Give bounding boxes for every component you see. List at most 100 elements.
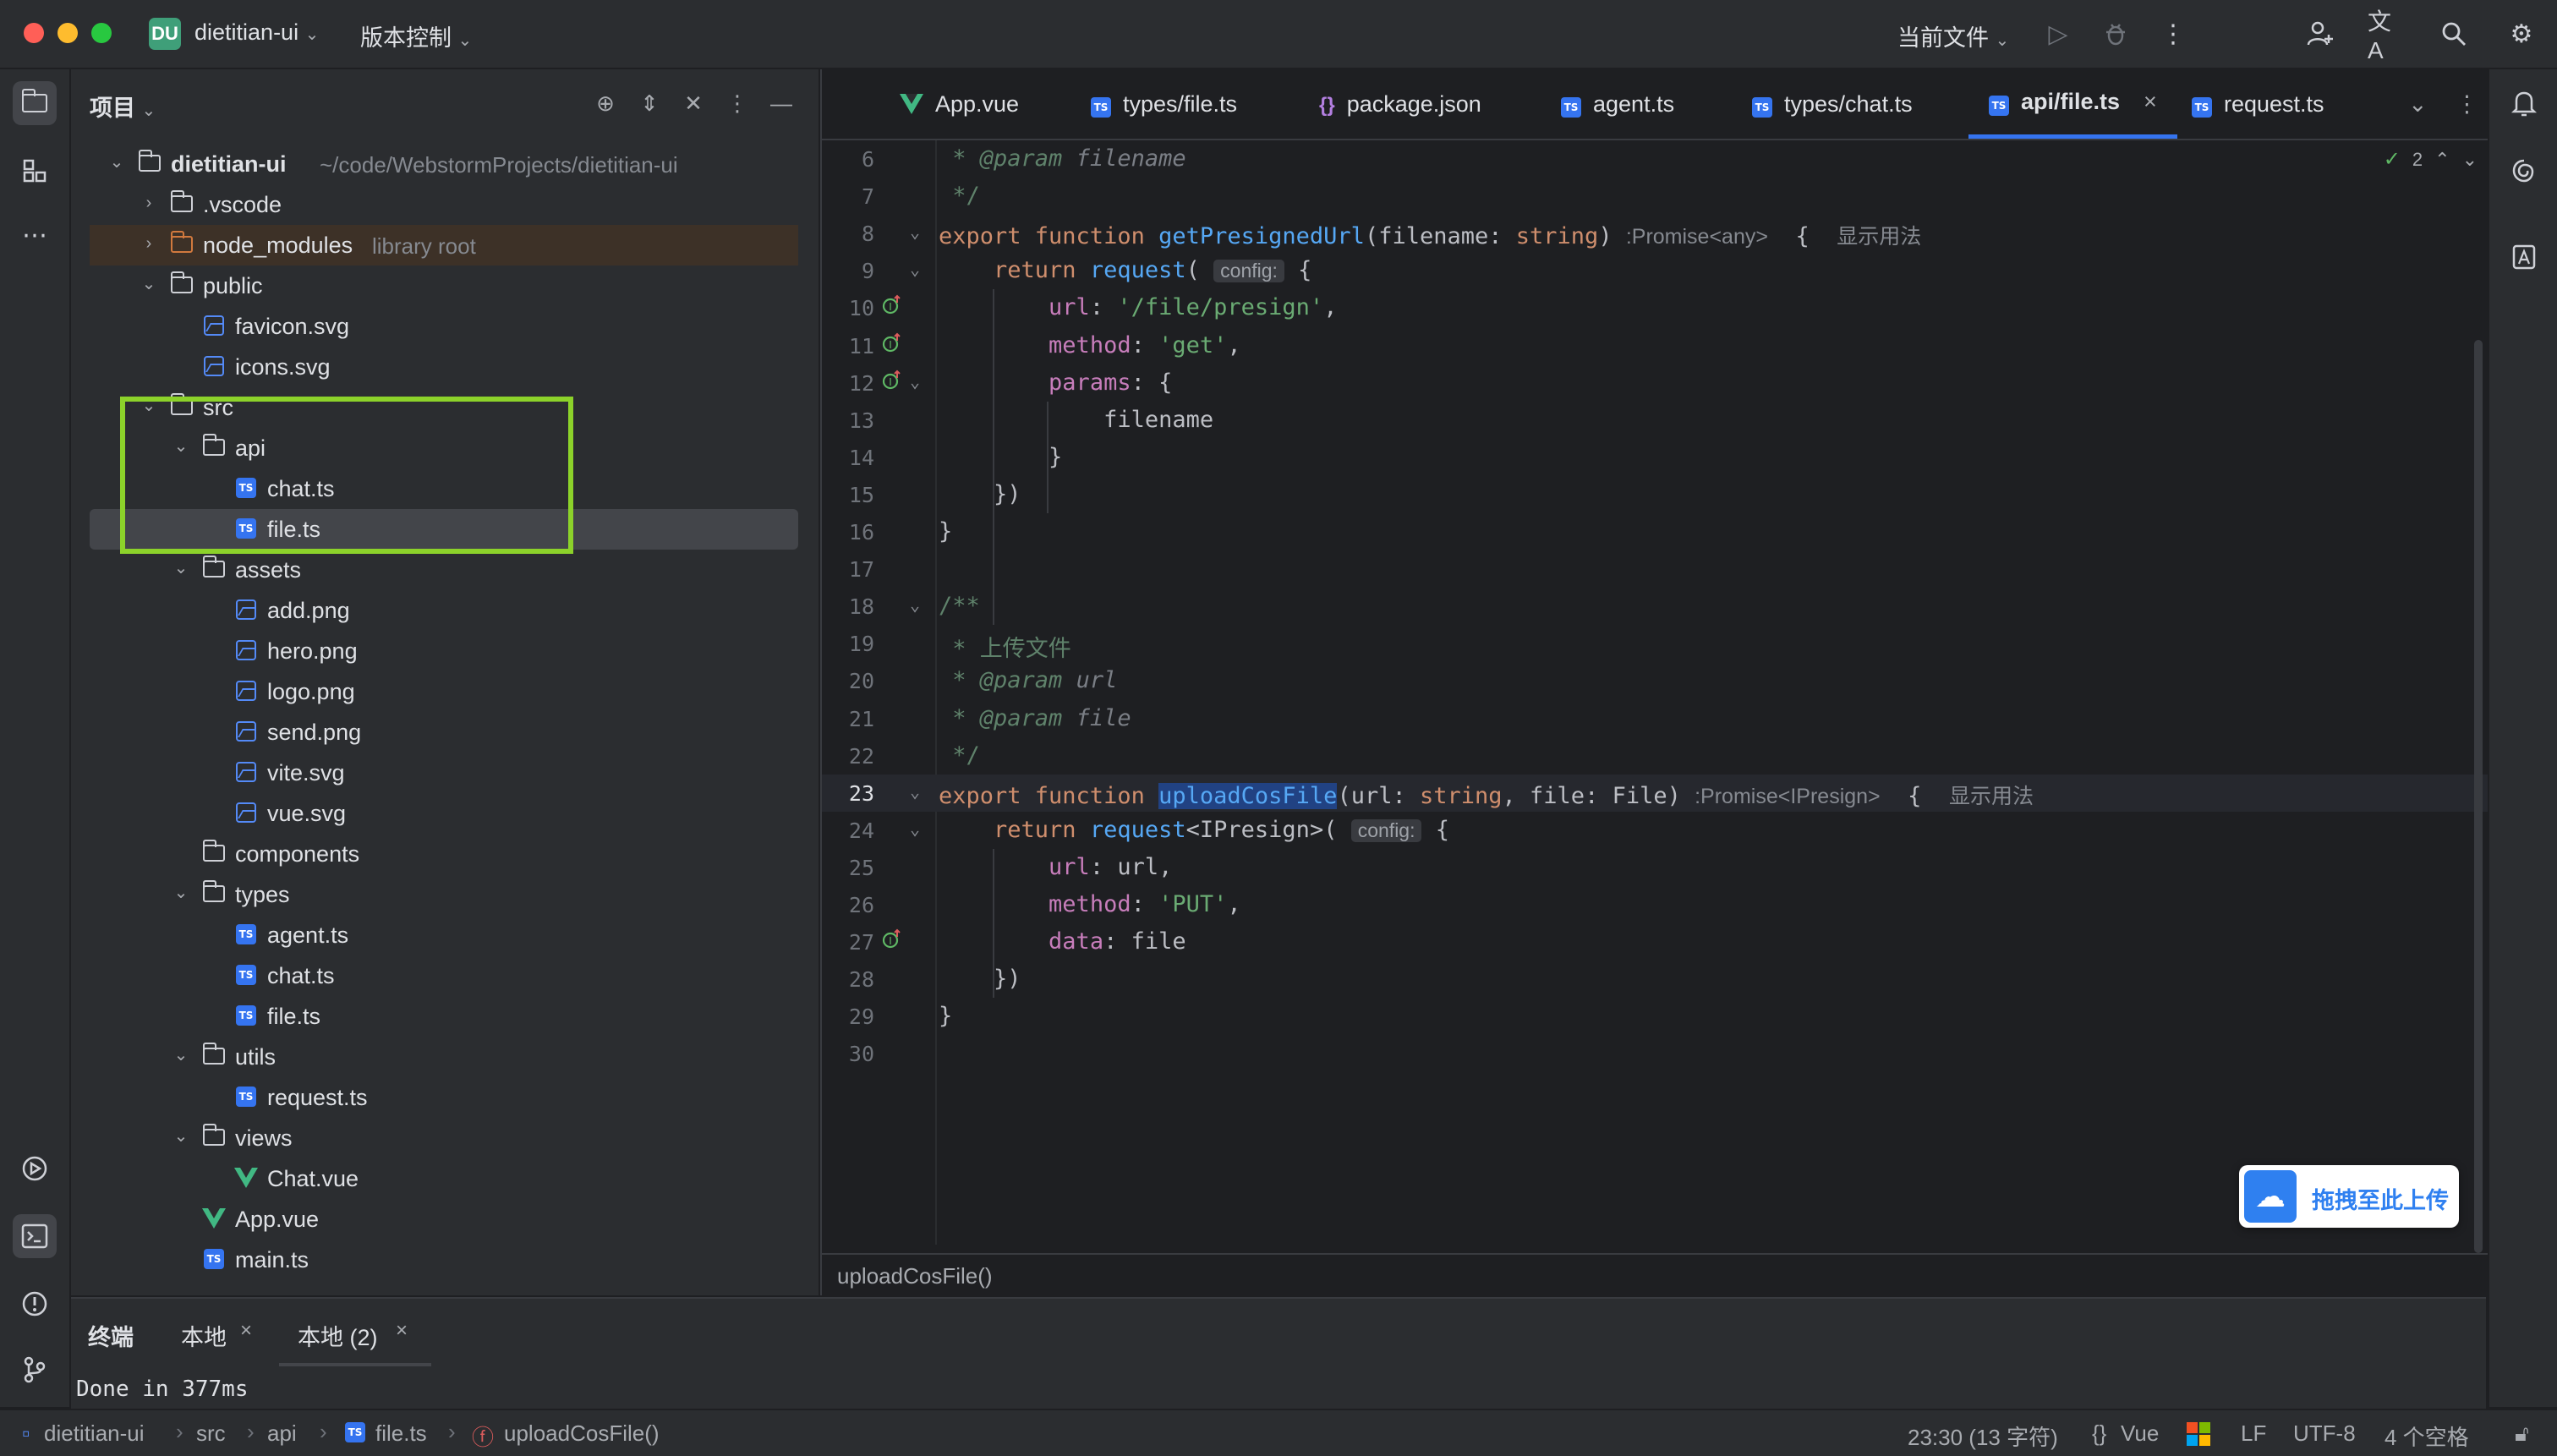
chevron-down-icon[interactable]: ⌄ <box>139 274 159 294</box>
line-number[interactable]: 28 <box>822 967 874 992</box>
status-path-src[interactable]: src <box>196 1420 226 1447</box>
terminal-tab-local-2[interactable]: 本地 (2) <box>298 1319 378 1352</box>
tree-item[interactable]: TS chat.ts <box>90 955 798 996</box>
implemented-marker-icon[interactable]: I <box>881 928 906 954</box>
project-view-selector[interactable]: 项目 ⌄ <box>90 90 156 123</box>
tree-item[interactable]: TS agent.ts <box>90 915 798 955</box>
tree-item[interactable]: ⌄ utils <box>90 1037 798 1077</box>
chevron-down-icon[interactable]: ⌄ <box>171 1126 191 1147</box>
translate-icon[interactable]: 文A <box>2368 8 2401 63</box>
code-line[interactable]: 27 I data: file <box>822 923 2488 961</box>
code-line[interactable]: 6 * @param filename <box>822 140 2488 178</box>
fold-chevron-icon[interactable]: ⌄ <box>910 371 928 391</box>
drag-upload-widget[interactable]: ☁ 拖拽至此上传 <box>2239 1165 2459 1228</box>
code-line[interactable]: 18 ⌄ /** <box>822 588 2488 625</box>
collapse-all-icon[interactable]: ✕ <box>678 88 709 118</box>
code-line[interactable]: 14 } <box>822 439 2488 476</box>
services-tool-button[interactable] <box>13 1147 57 1191</box>
tree-item[interactable]: › .vscode <box>90 184 798 225</box>
problems-tool-button[interactable] <box>13 1282 57 1326</box>
chevron-down-icon[interactable]: ⌄ <box>171 558 191 578</box>
chevron-right-icon[interactable]: › <box>139 233 159 254</box>
tree-item[interactable]: send.png <box>90 712 798 753</box>
editor-tab[interactable]: TS types/chat.ts <box>1752 69 1913 139</box>
structure-tool-button[interactable] <box>13 149 57 193</box>
tree-item[interactable]: vite.svg <box>90 753 798 793</box>
indent-setting[interactable]: 4 个空格 <box>2385 1420 2469 1452</box>
zoom-window-button[interactable] <box>91 23 112 43</box>
line-number[interactable]: 6 <box>822 147 874 172</box>
status-path-function[interactable]: uploadCosFile() <box>504 1420 660 1447</box>
tree-item[interactable]: add.png <box>90 590 798 631</box>
tree-item[interactable]: TS chat.ts <box>90 468 798 509</box>
line-number[interactable]: 17 <box>822 557 874 582</box>
code-line[interactable]: 7 */ <box>822 178 2488 215</box>
implemented-marker-icon[interactable]: I <box>881 369 906 395</box>
tree-item[interactable]: hero.png <box>90 631 798 671</box>
code-line[interactable]: 28 }) <box>822 961 2488 998</box>
line-number[interactable]: 27 <box>822 930 874 955</box>
tree-item[interactable]: ⌄ views <box>90 1118 798 1158</box>
tab-list-dropdown[interactable]: ⌄ <box>2408 69 2428 139</box>
add-user-icon[interactable] <box>2303 17 2337 51</box>
line-number[interactable]: 23 <box>822 781 874 806</box>
editor-tab[interactable]: {} package.json <box>1319 69 1481 139</box>
cursor-position[interactable]: 23:30 (13 字符) <box>1908 1420 2058 1452</box>
chevron-down-icon[interactable]: ⌄ <box>171 436 191 457</box>
line-number[interactable]: 29 <box>822 1004 874 1029</box>
fold-chevron-icon[interactable]: ⌄ <box>910 259 928 279</box>
fold-chevron-icon[interactable]: ⌄ <box>910 594 928 615</box>
ai-assistant-button[interactable] <box>2502 149 2546 193</box>
tree-item[interactable]: vue.svg <box>90 793 798 834</box>
editor-tab[interactable]: TS types/file.ts <box>1091 69 1237 139</box>
close-tab-icon[interactable]: × <box>396 1319 408 1343</box>
line-number[interactable]: 30 <box>822 1042 874 1066</box>
editor-tab[interactable]: TS agent.ts <box>1561 69 1674 139</box>
tree-item[interactable]: favicon.svg <box>90 306 798 347</box>
line-number[interactable]: 26 <box>822 893 874 917</box>
implemented-marker-icon[interactable]: I <box>881 332 906 358</box>
file-encoding[interactable]: UTF-8 <box>2293 1420 2356 1447</box>
line-number[interactable]: 10 <box>822 296 874 320</box>
code-line[interactable]: 9 ⌄ return request( config: { <box>822 252 2488 289</box>
code-line[interactable]: 17 <box>822 550 2488 588</box>
hide-panel-icon[interactable]: — <box>766 88 797 118</box>
run-config-selector[interactable]: 当前文件 ⌄ <box>1897 19 2009 52</box>
tree-item[interactable]: TS file.ts <box>90 996 798 1037</box>
line-number[interactable]: 15 <box>822 483 874 507</box>
font-tool-button[interactable] <box>2502 235 2546 279</box>
code-line[interactable]: 10 I url: '/file/presign', <box>822 289 2488 326</box>
notifications-button[interactable] <box>2502 81 2546 125</box>
code-line[interactable]: 19 * 上传文件 <box>822 625 2488 662</box>
tree-item[interactable]: ⌄ dietitian-ui ~/code/WebstormProjects/die… <box>90 144 798 184</box>
line-number[interactable]: 9 <box>822 259 874 283</box>
tree-item[interactable]: › node_modules library root <box>90 225 798 265</box>
windows-logo-icon[interactable] <box>2187 1422 2210 1446</box>
vcs-menu[interactable]: 版本控制 ⌄ <box>360 19 472 52</box>
status-path-project[interactable]: dietitian-ui <box>44 1420 145 1447</box>
fold-chevron-icon[interactable]: ⌄ <box>910 222 928 242</box>
chevron-down-icon[interactable]: ⌄ <box>107 152 127 172</box>
chevron-down-icon[interactable]: ⌄ <box>171 883 191 903</box>
tree-item[interactable]: TS request.ts <box>90 1077 798 1118</box>
line-number[interactable]: 21 <box>822 707 874 731</box>
project-switcher[interactable]: dietitian-ui ⌄ <box>194 19 319 46</box>
line-number[interactable]: 11 <box>822 334 874 359</box>
code-line[interactable]: 20 * @param url <box>822 662 2488 699</box>
panel-options-icon[interactable]: ⋮ <box>722 88 753 118</box>
tree-item[interactable]: ⌄ assets <box>90 550 798 590</box>
code-line[interactable]: 26 method: 'PUT', <box>822 886 2488 923</box>
chevron-down-icon[interactable]: ⌄ <box>139 396 159 416</box>
run-icon[interactable]: ▷ <box>2041 17 2075 51</box>
tree-item[interactable]: ⌄ types <box>90 874 798 915</box>
status-path-file[interactable]: file.ts <box>375 1420 427 1447</box>
line-number[interactable]: 18 <box>822 594 874 619</box>
tree-item[interactable]: ⌄ src <box>90 387 798 428</box>
line-number[interactable]: 20 <box>822 669 874 693</box>
tree-item[interactable]: icons.svg <box>90 347 798 387</box>
code-line[interactable]: 24 ⌄ return request<IPresign>( config: { <box>822 812 2488 849</box>
line-number[interactable]: 12 <box>822 371 874 396</box>
search-icon[interactable] <box>2437 17 2471 51</box>
tree-item[interactable]: ⌄ public <box>90 265 798 306</box>
terminal-output[interactable]: Done in 377ms <box>76 1377 249 1402</box>
